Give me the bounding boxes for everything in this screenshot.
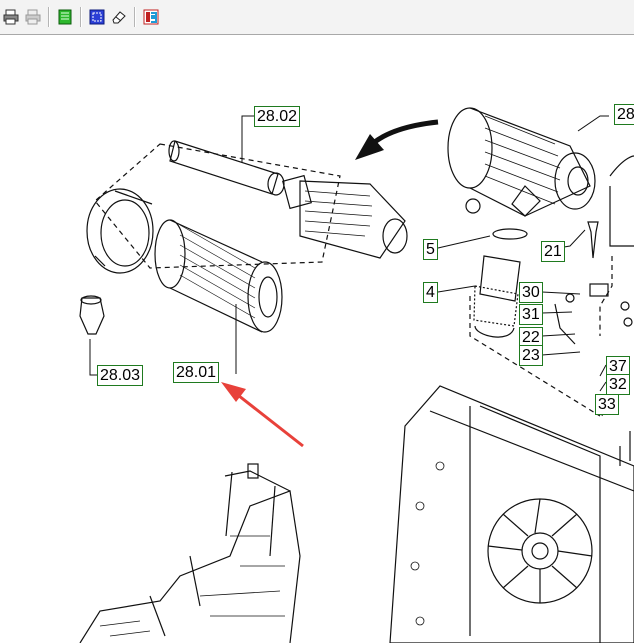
- callout-33[interactable]: 33: [595, 394, 619, 415]
- select-area-icon[interactable]: [86, 6, 108, 28]
- callout-5[interactable]: 5: [423, 239, 438, 260]
- callout-28-02[interactable]: 28.02: [254, 106, 301, 127]
- toolbar: [0, 0, 634, 35]
- assembled-filter-part: [447, 107, 596, 217]
- print-preview-icon[interactable]: [22, 6, 44, 28]
- filter-element-part: [154, 219, 283, 333]
- callout-32[interactable]: 32: [606, 374, 630, 395]
- callout-4[interactable]: 4: [423, 282, 438, 303]
- filter-housing-part: [282, 174, 408, 259]
- callout-28[interactable]: 28: [614, 104, 634, 125]
- callout-21[interactable]: 21: [541, 241, 565, 262]
- callout-31[interactable]: 31: [519, 304, 543, 325]
- callout-23[interactable]: 23: [519, 345, 543, 366]
- callout-28-01[interactable]: 28.01: [173, 362, 220, 383]
- green-page-icon[interactable]: [54, 6, 76, 28]
- highlight-pointer-arrow: [221, 382, 304, 448]
- toolbar-separator: [80, 7, 82, 27]
- callout-30[interactable]: 30: [519, 282, 543, 303]
- eraser-icon[interactable]: [108, 6, 130, 28]
- callout-28-03[interactable]: 28.03: [97, 365, 144, 386]
- radiator-assembly-part: [389, 385, 634, 643]
- tractor-part: [79, 463, 301, 643]
- toolbar-separator: [48, 7, 50, 27]
- flag-document-icon[interactable]: [140, 6, 162, 28]
- print-icon[interactable]: [0, 6, 22, 28]
- dust-valve-part: [79, 295, 105, 335]
- inner-tube-part: [168, 140, 285, 196]
- parts-diagram: 28.02 28 28.03 28.01 5 21 4 30 31 22 23 …: [0, 36, 634, 643]
- toolbar-separator: [134, 7, 136, 27]
